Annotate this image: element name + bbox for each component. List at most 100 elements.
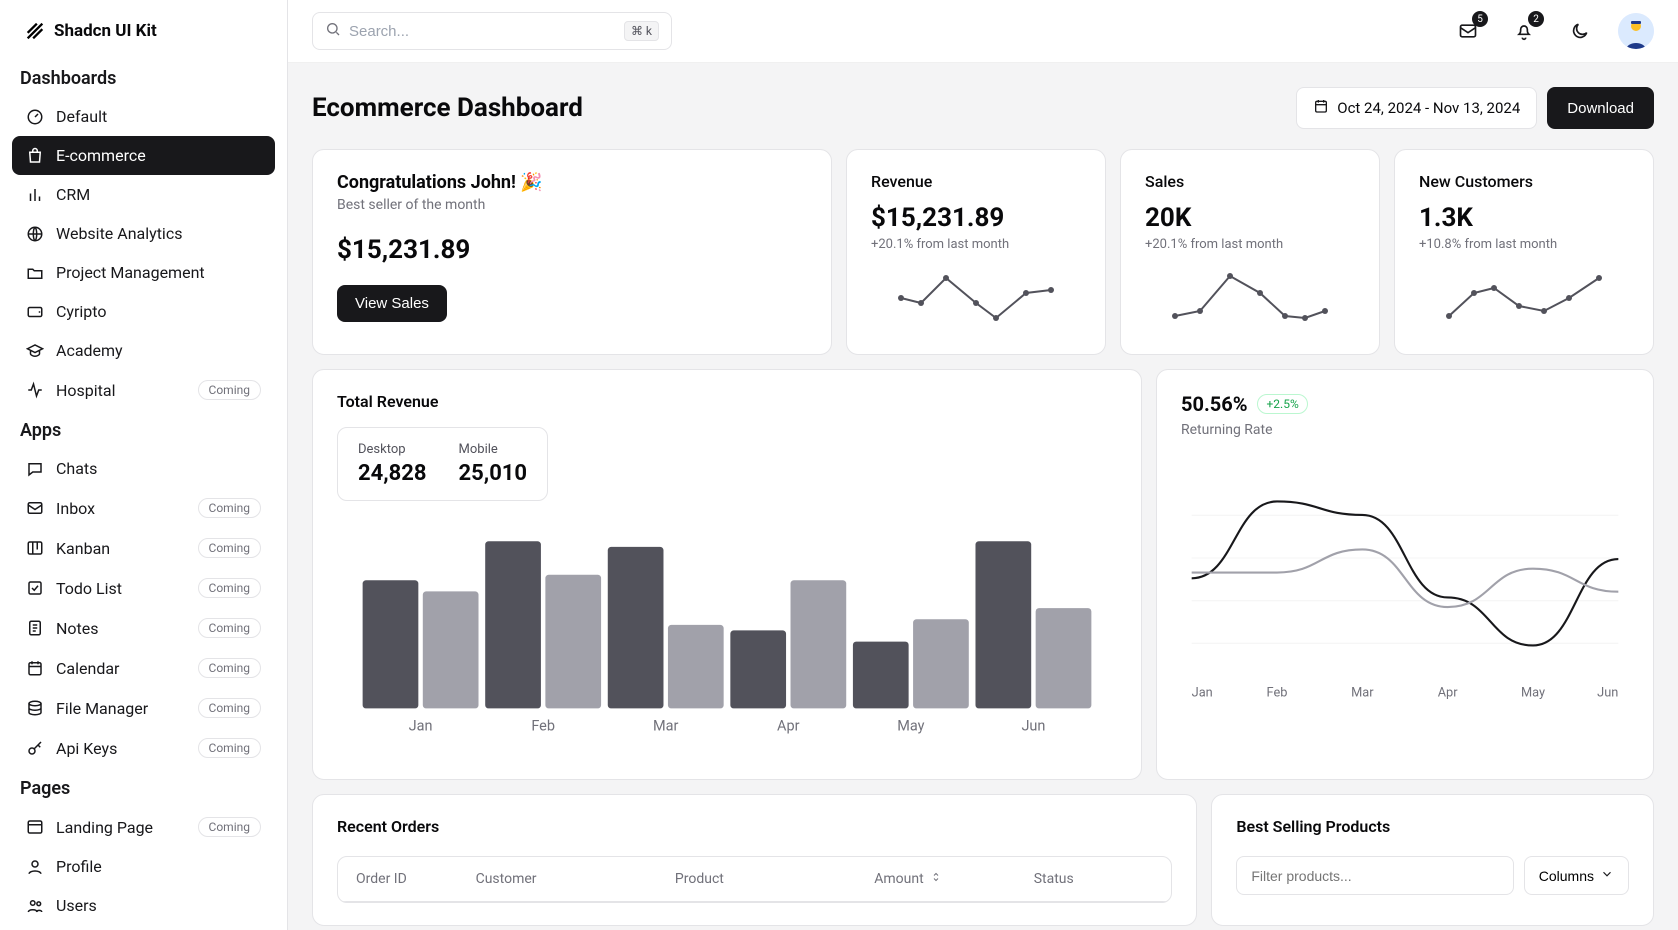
stat-title: Revenue	[871, 172, 1081, 191]
sidebar-item-default[interactable]: Default	[12, 97, 275, 136]
sidebar-item-hospital[interactable]: Hospital Coming	[12, 370, 275, 410]
sidebar-item-landing[interactable]: Landing Page Coming	[12, 807, 275, 847]
coming-badge: Coming	[198, 578, 261, 598]
view-sales-button[interactable]: View Sales	[337, 285, 447, 322]
sidebar-item-label: Profile	[56, 857, 261, 876]
total-revenue-card: Total Revenue Desktop 24,828 Mobile 25,0…	[312, 369, 1142, 780]
sparkline-customers	[1419, 268, 1629, 328]
note-icon	[26, 619, 44, 637]
sidebar-item-label: Calendar	[56, 659, 186, 678]
sidebar-item-api-keys[interactable]: Api Keys Coming	[12, 728, 275, 768]
sidebar-item-label: File Manager	[56, 699, 186, 718]
sidebar-item-label: Kanban	[56, 539, 186, 558]
sidebar-item-label: E-commerce	[56, 146, 261, 165]
coming-badge: Coming	[198, 380, 261, 400]
sidebar-item-ecommerce[interactable]: E-commerce	[12, 136, 275, 175]
stat-delta: +20.1% from last month	[1145, 237, 1355, 252]
search-shortcut: ⌘ k	[624, 21, 659, 41]
sidebar-item-website-analytics[interactable]: Website Analytics	[12, 214, 275, 253]
user-icon	[26, 858, 44, 876]
sidebar-item-users[interactable]: Users	[12, 886, 275, 925]
returning-rate-card: 50.56% +2.5% Returning Rate JanFebMarApr…	[1156, 369, 1654, 780]
th-amount[interactable]: Amount	[874, 871, 1033, 887]
bar-chart-icon	[26, 186, 44, 204]
page-title: Ecommerce Dashboard	[312, 93, 583, 123]
sidebar-item-todo[interactable]: Todo List Coming	[12, 568, 275, 608]
search-input[interactable]	[349, 23, 616, 40]
search-box[interactable]: ⌘ k	[312, 12, 672, 50]
svg-text:May: May	[897, 718, 924, 735]
recent-orders-title: Recent Orders	[337, 817, 1172, 836]
stat-delta: +20.1% from last month	[871, 237, 1081, 252]
sidebar-item-label: Academy	[56, 341, 261, 360]
logo-icon	[24, 20, 46, 42]
columns-button[interactable]: Columns	[1524, 856, 1629, 895]
logo-text: Shadcn UI Kit	[54, 21, 157, 41]
notifications-button[interactable]: 2	[1506, 13, 1542, 49]
returning-rate-chart: JanFebMarAprMayJun	[1181, 462, 1629, 707]
sidebar-item-chats[interactable]: Chats	[12, 449, 275, 488]
database-icon	[26, 699, 44, 717]
mail-button[interactable]: 5	[1450, 13, 1486, 49]
revenue-bar-chart: JanFebMarAprMayJun	[337, 519, 1117, 753]
sort-icon	[930, 871, 942, 887]
filter-products-input[interactable]	[1236, 856, 1513, 895]
congrats-subtitle: Best seller of the month	[337, 197, 807, 213]
sidebar-item-label: Notes	[56, 619, 186, 638]
download-button[interactable]: Download	[1547, 87, 1654, 129]
sidebar-item-crm[interactable]: CRM	[12, 175, 275, 214]
sidebar-item-academy[interactable]: Academy	[12, 331, 275, 370]
stat-value: 1.3K	[1419, 203, 1629, 233]
stat-title: Sales	[1145, 172, 1355, 191]
section-title-pages: Pages	[0, 768, 287, 807]
sidebar-item-label: Users	[56, 896, 261, 915]
logo[interactable]: Shadcn UI Kit	[0, 0, 287, 58]
stat-title: New Customers	[1419, 172, 1629, 191]
key-icon	[26, 739, 44, 757]
recent-orders-card: Recent Orders Order ID Customer Product …	[312, 794, 1197, 926]
sidebar-item-profile[interactable]: Profile	[12, 847, 275, 886]
svg-text:Jun: Jun	[1597, 686, 1618, 701]
sidebar-item-label: Default	[56, 107, 261, 126]
sidebar-item-label: CRM	[56, 185, 261, 204]
mail-badge: 5	[1472, 11, 1488, 27]
inbox-icon	[26, 499, 44, 517]
congrats-title: Congratulations John! 🎉	[337, 172, 807, 193]
sidebar-item-label: Hospital	[56, 381, 186, 400]
avatar-button[interactable]	[1618, 13, 1654, 49]
th-customer: Customer	[476, 871, 675, 887]
sidebar-item-crypto[interactable]: Cyripto	[12, 292, 275, 331]
date-range-picker[interactable]: Oct 24, 2024 - Nov 13, 2024	[1296, 87, 1537, 129]
sidebar-item-project-management[interactable]: Project Management	[12, 253, 275, 292]
theme-toggle-button[interactable]	[1562, 13, 1598, 49]
returning-rate-delta: +2.5%	[1257, 394, 1307, 414]
coming-badge: Coming	[198, 618, 261, 638]
legend-mobile-value: 25,010	[459, 461, 528, 486]
svg-text:Mar: Mar	[653, 718, 679, 735]
gauge-icon	[26, 108, 44, 126]
notification-badge: 2	[1528, 11, 1544, 27]
kanban-icon	[26, 539, 44, 557]
svg-text:Mar: Mar	[1351, 686, 1374, 701]
sidebar-item-kanban[interactable]: Kanban Coming	[12, 528, 275, 568]
sidebar-item-notes[interactable]: Notes Coming	[12, 608, 275, 648]
sidebar-item-file-manager[interactable]: File Manager Coming	[12, 688, 275, 728]
sidebar-item-inbox[interactable]: Inbox Coming	[12, 488, 275, 528]
date-range-text: Oct 24, 2024 - Nov 13, 2024	[1337, 99, 1520, 117]
coming-badge: Coming	[198, 498, 261, 518]
congrats-card: Congratulations John! 🎉 Best seller of t…	[312, 149, 832, 355]
svg-text:May: May	[1521, 686, 1545, 701]
chevron-down-icon	[1600, 867, 1614, 884]
sidebar-item-label: Todo List	[56, 579, 186, 598]
section-title-dashboards: Dashboards	[0, 58, 287, 97]
revenue-legend: Desktop 24,828 Mobile 25,010	[337, 427, 548, 501]
legend-desktop-value: 24,828	[358, 461, 427, 486]
returning-rate-value: 50.56%	[1181, 392, 1247, 416]
message-icon	[26, 460, 44, 478]
wallet-icon	[26, 303, 44, 321]
sidebar-item-label: Landing Page	[56, 818, 186, 837]
svg-text:Jan: Jan	[409, 718, 433, 735]
best-selling-card: Best Selling Products Columns	[1211, 794, 1654, 926]
sidebar-item-calendar[interactable]: Calendar Coming	[12, 648, 275, 688]
graduation-cap-icon	[26, 342, 44, 360]
